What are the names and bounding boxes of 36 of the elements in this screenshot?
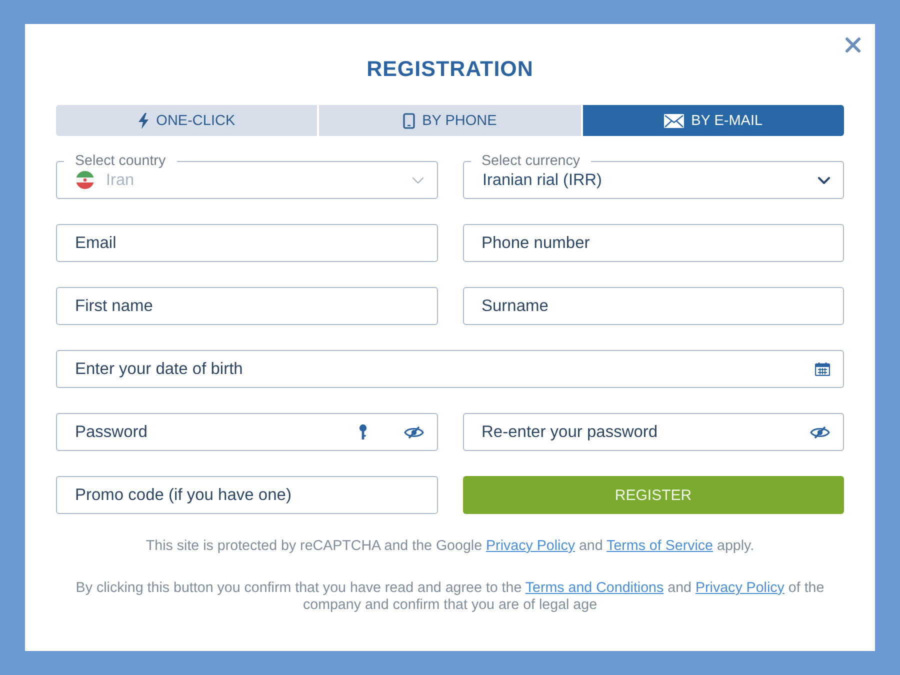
calendar-icon[interactable] [815,362,830,376]
eye-slash-icon[interactable] [404,426,424,438]
text-field[interactable]: Promo code (if you have one) [56,476,438,514]
text-field[interactable]: Phone number [462,224,844,262]
chevron-down-icon [818,176,830,184]
phone-icon [403,112,416,128]
policy-link[interactable]: Terms and Conditions [525,580,664,596]
date-field[interactable]: Enter your date of birth [56,350,844,388]
password-field[interactable]: Password [56,413,438,451]
dialog-title: REGISTRATION [366,57,534,81]
field-label: Select country [74,154,167,168]
close-icon [845,37,861,53]
field-label: Select currency [480,154,582,168]
text-field[interactable]: Email [56,224,438,262]
chevron-down-icon [412,176,424,184]
selected-value: Iranian rial (IRR) [482,170,603,190]
text-field[interactable]: Surname [462,287,844,325]
selected-value: Iran [106,170,136,190]
register-button[interactable]: REGISTER [462,476,844,514]
flag-icon [76,171,94,189]
eye-slash-icon[interactable] [810,426,830,438]
password-field[interactable]: Re-enter your password [462,413,844,451]
tab[interactable]: ONE-CLICK [56,105,318,136]
tab[interactable]: BY E-MAIL [582,105,844,136]
policy-link[interactable]: Terms of Service [606,538,714,554]
notice-text: This site is protected by reCAPTCHA and the Google Privacy Policy and Terms of Service apply. [144,538,756,555]
lightning-icon [138,112,150,128]
policy-link[interactable]: Privacy Policy [695,580,784,596]
envelope-icon [664,114,684,128]
notice-text: By clicking this button you confirm that you have read and agree to the Terms and Conditions and Privacy Policy of the company and confirm that you are of legal age [74,580,826,614]
policy-link[interactable]: Privacy Policy [486,538,575,554]
text-field[interactable]: First name [56,287,438,325]
key-icon[interactable] [358,424,366,440]
tab[interactable]: BY PHONE [319,105,581,136]
dropdown-field[interactable]: Select currency Iranian rial (IRR) [462,154,844,199]
close-button[interactable] [844,36,862,54]
